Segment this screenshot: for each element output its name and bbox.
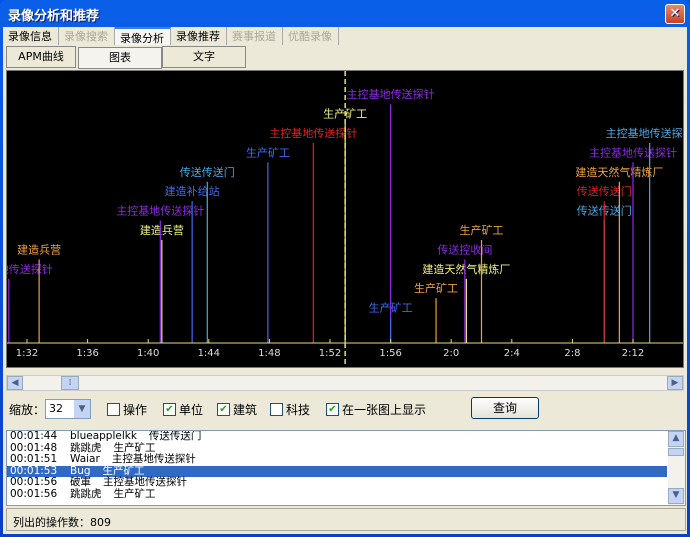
event-label: 建造兵营 bbox=[140, 223, 184, 237]
event-label: 传送传送门 bbox=[180, 165, 235, 179]
subtab-apm[interactable]: APM曲线 bbox=[6, 46, 76, 68]
event-label: 传送控收间 bbox=[437, 242, 492, 256]
row-player: blueapplelkk bbox=[70, 430, 137, 442]
tab-1: 录像搜索 bbox=[59, 27, 115, 45]
event-label: 生产矿工 bbox=[460, 223, 504, 237]
scroll-right-button[interactable]: ▶ bbox=[667, 376, 683, 390]
checkbox-label: 单位 bbox=[179, 402, 204, 417]
event-label: 建造兵营 bbox=[17, 242, 61, 256]
x-tick-label: 1:36 bbox=[76, 348, 98, 359]
checkbox-box[interactable]: ✔ bbox=[163, 402, 176, 416]
x-tick-label: 2:4 bbox=[504, 348, 520, 359]
checkbox-0[interactable]: 操作 bbox=[107, 399, 147, 419]
tab-4: 赛事报道 bbox=[227, 27, 283, 45]
zoom-select[interactable]: 32 ▼ bbox=[45, 399, 91, 419]
operation-count: 809 bbox=[90, 516, 111, 529]
list-item[interactable]: 00:01:44 blueapplelkk 传送传送门 bbox=[7, 431, 667, 443]
event-label: 生产矿工 bbox=[369, 301, 413, 315]
checkbox-box[interactable]: ✔ bbox=[326, 402, 339, 416]
tab-3[interactable]: 录像推荐 bbox=[171, 27, 227, 45]
event-chart: 主控基地传送探针建造兵营建造兵营主控基地传送探针建造补给站传送传送门生产矿工主控… bbox=[6, 70, 684, 368]
row-time: 00:01:44 bbox=[10, 430, 58, 442]
row-player: 跳跳虎 bbox=[70, 487, 102, 500]
event-label: 主控基地传送探针 bbox=[347, 87, 435, 101]
row-time: 00:01:56 bbox=[10, 476, 58, 488]
event-label: 主控基地传送探针 bbox=[116, 204, 204, 218]
title-bar: 录像分析和推荐 ✕ bbox=[0, 0, 690, 26]
checkbox-1[interactable]: ✔ 单位 bbox=[163, 399, 203, 419]
window-client: 录像信息录像搜索录像分析录像推荐赛事报道优酷录像 APM曲线 图表 文字 主控基… bbox=[3, 27, 687, 534]
subtab-text[interactable]: 文字 bbox=[162, 46, 246, 68]
row-action: 生产矿工 bbox=[113, 487, 156, 500]
list-item[interactable]: 00:01:48 跳跳虎 生产矿工 bbox=[7, 442, 667, 455]
scroll-thumb[interactable]: ⁞ bbox=[61, 376, 79, 390]
list-item[interactable]: 00:01:56 跳跳虎 生产矿工 bbox=[7, 487, 667, 501]
event-label: 建造天然气精炼厂 bbox=[422, 262, 510, 276]
scroll-left-button[interactable]: ◀ bbox=[7, 376, 23, 390]
main-window: 录像分析和推荐 ✕ 录像信息 录像搜索 录像分析 录像推荐 赛事报道 优酷录像 APM曲线… bbox=[0, 0, 690, 537]
chevron-down-icon[interactable]: ▼ bbox=[74, 400, 90, 418]
operation-list[interactable]: 00:01:44 blueapplelkk 传送传送门 00:01:48 跳跳虎 生产矿工… bbox=[6, 430, 686, 506]
x-tick-label: 1:56 bbox=[379, 348, 401, 359]
row-action: 传送传送门 bbox=[148, 430, 202, 442]
x-tick-label: 1:44 bbox=[198, 348, 220, 359]
row-player: 破軍 bbox=[70, 476, 91, 488]
event-label: 主控基地传送探针 bbox=[606, 126, 684, 140]
event-label: 建造补给站 bbox=[165, 184, 220, 198]
row-action: 主控基地传送探针 bbox=[103, 476, 187, 488]
x-tick-label: 2:12 bbox=[622, 348, 644, 359]
horizontal-scrollbar[interactable]: ◀ ⁞ ▶ bbox=[6, 375, 684, 391]
x-tick-label: 1:48 bbox=[258, 348, 280, 359]
scroll-down-button[interactable]: ▼ bbox=[668, 488, 684, 504]
event-label: 生产矿工 bbox=[414, 281, 458, 295]
checkbox-box[interactable]: ✔ bbox=[217, 402, 230, 416]
checkbox-label: 科技 bbox=[286, 402, 311, 417]
checkbox-box[interactable] bbox=[107, 402, 120, 416]
window-title: 录像分析和推荐 bbox=[8, 9, 100, 24]
zoom-label: 缩放： bbox=[9, 402, 46, 417]
status-bar: 列出的操作数：809 bbox=[6, 508, 686, 531]
event-label: 生产矿工 bbox=[246, 145, 290, 159]
tab-0[interactable]: 录像信息 bbox=[3, 27, 59, 45]
subtab-chart[interactable]: 图表 bbox=[78, 47, 162, 69]
tab-5: 优酷录像 bbox=[283, 27, 339, 45]
checkbox-3[interactable]: 科技 bbox=[270, 399, 310, 419]
row-time: 00:01:51 bbox=[10, 453, 58, 465]
x-tick-label: 2:0 bbox=[443, 348, 459, 359]
checkbox-label: 操作 bbox=[123, 402, 148, 417]
scroll-up-button[interactable]: ▲ bbox=[668, 431, 684, 447]
tab-2[interactable]: 录像分析 bbox=[115, 27, 171, 45]
x-tick-label: 1:52 bbox=[319, 348, 341, 359]
vertical-scrollbar[interactable]: ▲ ▼ bbox=[668, 431, 685, 505]
close-icon[interactable]: ✕ bbox=[665, 4, 685, 24]
checkbox-label: 建筑 bbox=[233, 402, 258, 417]
chart-svg: 主控基地传送探针建造兵营建造兵营主控基地传送探针建造补给站传送传送门生产矿工主控… bbox=[7, 71, 684, 367]
checkbox-box[interactable] bbox=[270, 402, 283, 416]
list-item[interactable]: 00:01:51 Waiar 主控基地传送探针 bbox=[7, 453, 667, 466]
row-time: 00:01:56 bbox=[10, 487, 58, 500]
row-action: 主控基地传送探针 bbox=[111, 453, 196, 465]
checkbox-label: 在一张图上显示 bbox=[342, 402, 427, 417]
query-button[interactable]: 查询 bbox=[471, 397, 539, 419]
checkbox-2[interactable]: ✔ 建筑 bbox=[217, 399, 257, 419]
status-label: 列出的操作数： bbox=[13, 516, 90, 529]
x-tick-label: 2:8 bbox=[564, 348, 580, 359]
event-label: 主控基地传送探针 bbox=[269, 126, 357, 140]
event-label: 主控基地传送探针 bbox=[7, 262, 53, 276]
x-tick-label: 1:32 bbox=[16, 348, 38, 359]
scroll-thumb-vertical[interactable] bbox=[668, 448, 684, 456]
event-label: 传送传送门 bbox=[577, 184, 632, 198]
zoom-value: 32 bbox=[49, 402, 63, 415]
list-item[interactable]: 00:01:56 破軍 主控基地传送探针 bbox=[7, 476, 667, 489]
event-label: 主控基地传送探针 bbox=[589, 145, 677, 159]
row-player: Waiar bbox=[70, 453, 100, 465]
checkbox-4[interactable]: ✔ 在一张图上显示 bbox=[326, 399, 426, 419]
x-tick-label: 1:40 bbox=[137, 348, 159, 359]
main-tabs: 录像信息 录像搜索 录像分析 录像推荐 赛事报道 优酷录像 bbox=[3, 27, 339, 45]
